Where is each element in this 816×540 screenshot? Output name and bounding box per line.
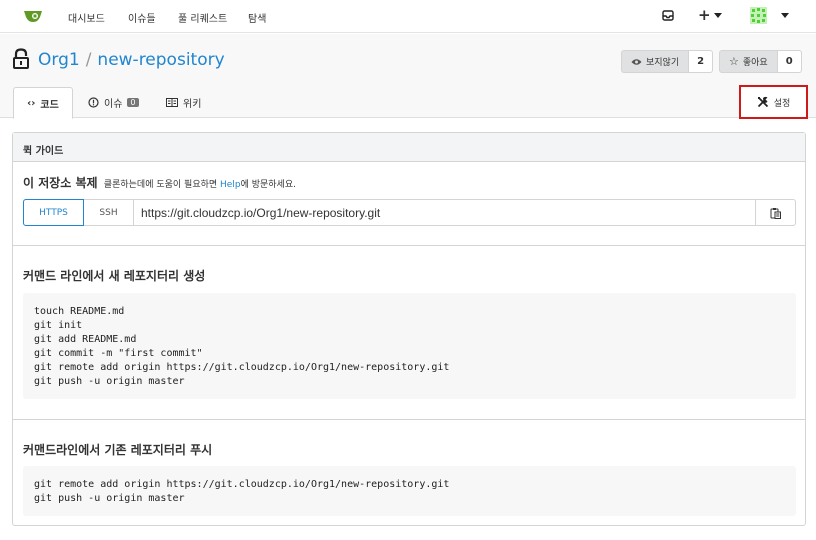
chevron-down-icon (781, 13, 789, 18)
issue-opened-icon (88, 97, 99, 108)
ssh-button[interactable]: SSH (84, 200, 134, 225)
watch-count[interactable]: 2 (689, 50, 714, 73)
repo-name-link[interactable]: new-repository (97, 50, 224, 70)
tab-issues[interactable]: 이슈 0 (88, 87, 139, 118)
top-navbar: 대시보드 이슈들 풀 리퀘스트 탐색 + (0, 0, 816, 33)
tab-issues-label: 이슈 (104, 99, 123, 110)
star-button-group: ☆ 좋아요 0 (719, 50, 802, 73)
quick-guide-panel: 퀵 가이드 이 저장소 복제 클론하는데에 도움이 필요하면 Help에 방문하… (12, 132, 806, 526)
repo-title: Org1/new-repository (38, 50, 225, 70)
star-button[interactable]: ☆ 좋아요 (719, 50, 778, 73)
clone-section: 이 저장소 복제 클론하는데에 도움이 필요하면 Help에 방문하세요. HT… (13, 162, 805, 246)
eye-icon (631, 58, 642, 65)
help-link[interactable]: Help (220, 180, 241, 190)
clone-hint: 클론하는데에 도움이 필요하면 Help에 방문하세요. (104, 180, 296, 190)
clone-hint-pre: 클론하는데에 도움이 필요하면 (103, 180, 221, 190)
unwatch-label: 보지않기 (646, 58, 680, 68)
star-count[interactable]: 0 (777, 50, 802, 73)
book-icon (166, 98, 178, 107)
clone-url-box: HTTPS SSH https://git.cloudzcp.io/Org1/n… (23, 199, 796, 226)
repo-separator: / (85, 50, 92, 70)
copy-url-button[interactable] (755, 200, 795, 225)
tools-icon (757, 96, 768, 108)
new-repo-heading: 커맨드 라인에서 새 레포지터리 생성 (23, 269, 206, 283)
nav-dashboard[interactable]: 대시보드 (68, 10, 105, 25)
clone-heading-text: 이 저장소 복제 (23, 176, 98, 190)
repo-owner-link[interactable]: Org1 (38, 50, 80, 70)
star-label: 좋아요 (742, 58, 768, 68)
section-divider (13, 419, 805, 420)
unwatch-button[interactable]: 보지않기 (621, 50, 690, 73)
clone-heading: 이 저장소 복제 클론하는데에 도움이 필요하면 Help에 방문하세요. (23, 174, 296, 191)
gitea-logo-icon[interactable] (23, 8, 43, 24)
repo-header: Org1/new-repository 보지않기 2 ☆ 좋아요 0 ‹› 코드… (0, 34, 816, 119)
tab-wiki[interactable]: 위키 (166, 87, 201, 118)
tab-settings[interactable]: 설정 (739, 85, 808, 119)
quick-guide-title: 퀵 가이드 (13, 133, 805, 162)
code-icon: ‹› (27, 97, 36, 109)
issues-count-badge: 0 (127, 98, 139, 107)
plus-icon: + (698, 6, 711, 24)
tab-settings-label: 설정 (773, 98, 791, 109)
nav-issues[interactable]: 이슈들 (128, 10, 156, 25)
watch-button-group: 보지않기 2 (621, 50, 714, 73)
tab-wiki-label: 위키 (183, 99, 202, 110)
https-button[interactable]: HTTPS (23, 199, 84, 226)
avatar (750, 7, 767, 24)
user-menu-dropdown[interactable] (750, 7, 789, 24)
chevron-down-icon (713, 13, 722, 18)
inbox-icon[interactable] (662, 10, 674, 21)
tab-code[interactable]: ‹› 코드 (13, 87, 73, 119)
push-existing-heading: 커맨드라인에서 기존 레포지터리 푸시 (23, 443, 213, 457)
push-existing-commands: git remote add origin https://git.cloudz… (23, 466, 796, 516)
create-new-dropdown[interactable]: + (698, 8, 722, 23)
new-repo-commands: touch README.md git init git add README.… (23, 293, 796, 399)
nav-explore[interactable]: 탐색 (248, 10, 266, 25)
tab-code-label: 코드 (40, 99, 59, 111)
clone-hint-post: 에 방문하세요. (240, 180, 296, 190)
clipboard-icon (770, 207, 781, 219)
nav-pull-requests[interactable]: 풀 리퀘스트 (178, 10, 227, 25)
lock-icon (13, 48, 29, 69)
star-icon: ☆ (729, 55, 739, 68)
clone-url-input[interactable]: https://git.cloudzcp.io/Org1/new-reposit… (134, 200, 755, 225)
